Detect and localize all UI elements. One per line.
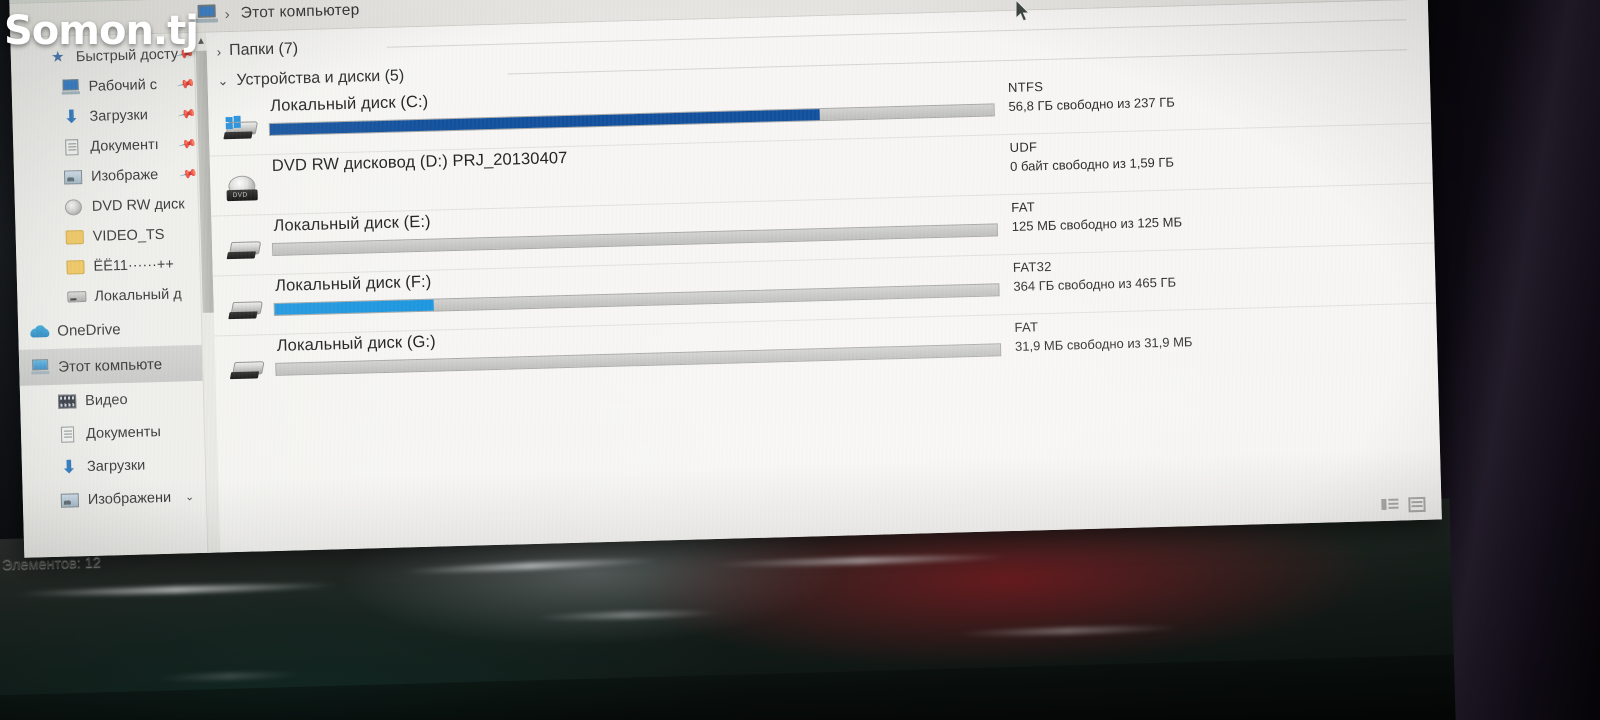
video-icon — [57, 393, 77, 409]
pin-icon: 📌 — [178, 164, 199, 185]
sidebar-item-label: ЁЁ11······++ — [93, 256, 175, 275]
this-pc-icon — [195, 4, 219, 24]
content-pane: › Папки (7) ⌄ Устройства и диски (5) Лок… — [206, 0, 1442, 553]
pin-icon: 📌 — [176, 74, 197, 95]
group-devices-label: Устройства и диски (5) — [236, 67, 405, 89]
watermark-somon-tj: Somon.tj — [4, 8, 199, 54]
sidebar-item-label: Этот компьюте — [58, 355, 163, 376]
desktop-icon — [61, 79, 80, 95]
group-folders-label: Папки (7) — [228, 40, 299, 60]
window-body: ★ Быстрый досту 📌 Рабочий с 📌 ⬇ Загрузки… — [10, 0, 1442, 558]
removable-drive-icon — [229, 355, 268, 382]
sidebar-item-label: Видео — [84, 391, 128, 409]
drive-filesystem: UDF — [1009, 139, 1038, 155]
onedrive-icon — [30, 323, 48, 339]
drive-name: Локальный диск (E:) — [273, 212, 431, 235]
sidebar-item-label: Изображе — [90, 167, 159, 185]
drive-free-space: 31,9 МБ свободно из 31,9 МБ — [1014, 334, 1193, 354]
file-explorer-window: Расположение Сетевой диск расположение п… — [8, 0, 1442, 558]
drive-name: DVD RW дисковод (D:) PRJ_20130407 — [271, 148, 568, 175]
watermark-text: Somon.tj — [4, 8, 199, 54]
folder-icon — [66, 259, 85, 275]
chevron-down-icon[interactable]: ⌄ — [185, 490, 195, 503]
disc-icon — [64, 199, 83, 216]
drive-filesystem: FAT — [1014, 319, 1039, 335]
removable-drive-icon — [227, 295, 266, 322]
screenshot-root: Расположение Сетевой диск расположение п… — [0, 0, 1600, 720]
sidebar-item-label: Загрузки — [89, 107, 149, 125]
pictures-icon — [63, 169, 83, 185]
sidebar-item-label: Изображени — [87, 489, 172, 508]
pin-icon: 📌 — [177, 134, 198, 155]
drive-free-space: 56,8 ГБ свободно из 237 ГБ — [1008, 94, 1175, 114]
drive-icon — [67, 289, 87, 305]
drive-name: Локальный диск (G:) — [276, 332, 436, 355]
breadcrumb[interactable]: Этот компьютер — [241, 2, 360, 23]
sidebar-item-label: Локальный д — [94, 286, 182, 305]
drive-free-space: 364 ГБ свободно из 465 ГБ — [1013, 274, 1177, 294]
sidebar-item-this-pc[interactable]: Этот компьюте — [18, 344, 216, 386]
drive-free-space: 0 байт свободно из 1,59 ГБ — [1009, 154, 1175, 174]
large-icons-view-icon[interactable] — [1408, 496, 1426, 513]
pin-icon: 📌 — [176, 104, 197, 125]
wallpaper-wave — [400, 556, 661, 576]
sidebar-item-label: DVD RW диск — [91, 196, 185, 215]
download-icon: ⬇ — [61, 456, 77, 477]
sidebar-item-pictures-2[interactable]: Изображени ⌄ — [22, 480, 219, 518]
this-pc-icon — [31, 359, 50, 375]
drive-filesystem: FAT32 — [1012, 258, 1052, 275]
drive-name: Локальный диск (F:) — [274, 272, 432, 295]
documents-icon — [63, 139, 81, 156]
sidebar-item-downloads-2[interactable]: ⬇ Загрузки — [22, 447, 219, 485]
sidebar-item-label: Документı — [90, 136, 159, 155]
chevron-down-icon[interactable]: ⌄ — [217, 73, 228, 89]
removable-drive-icon — [226, 235, 265, 262]
dvd-drive-icon: DVD — [224, 175, 263, 202]
windows-logo-icon — [225, 115, 242, 129]
sidebar-item-label: OneDrive — [57, 320, 121, 340]
drive-filesystem: NTFS — [1007, 79, 1044, 95]
view-mode-buttons[interactable] — [1381, 496, 1426, 513]
details-view-icon[interactable] — [1381, 498, 1398, 513]
status-bar-item-count: Элементов: 12 — [1, 554, 102, 574]
wallpaper-wave — [153, 670, 304, 682]
wallpaper-shadow-band — [0, 654, 1457, 720]
sidebar-item-label: Документы — [85, 423, 161, 442]
drive-name: Локальный диск (C:) — [270, 92, 429, 115]
drive-filesystem: FAT — [1011, 199, 1036, 215]
documents-icon — [59, 425, 77, 443]
sidebar-item-label: Загрузки — [86, 456, 146, 475]
drive-free-space: 125 МБ свободно из 125 МБ — [1011, 214, 1183, 234]
wallpaper-wave — [532, 609, 723, 622]
download-icon: ⬇ — [64, 107, 79, 127]
sidebar-item-documents-2[interactable]: Документы — [21, 414, 218, 452]
sidebar-item-label: Рабочий с — [88, 77, 158, 95]
windows-drive-icon — [223, 115, 262, 142]
sidebar-item-videos[interactable]: Видео — [20, 381, 217, 419]
drive-usage-fill — [274, 299, 435, 315]
pictures-icon — [60, 492, 80, 508]
navigation-pane[interactable]: ★ Быстрый досту 📌 Рабочий с 📌 ⬇ Загрузки… — [10, 32, 221, 558]
sidebar-item-label: VIDEO_TS — [92, 226, 165, 245]
folder-icon — [65, 229, 84, 245]
wallpaper-wave — [952, 624, 1184, 638]
wallpaper-wave — [710, 552, 1011, 569]
mouse-cursor-icon — [1016, 0, 1031, 22]
wallpaper-wave — [11, 581, 342, 598]
breadcrumb-separator-icon: › — [224, 6, 231, 24]
chevron-right-icon[interactable]: › — [217, 44, 222, 59]
sidebar-item-onedrive[interactable]: OneDrive — [18, 309, 215, 350]
